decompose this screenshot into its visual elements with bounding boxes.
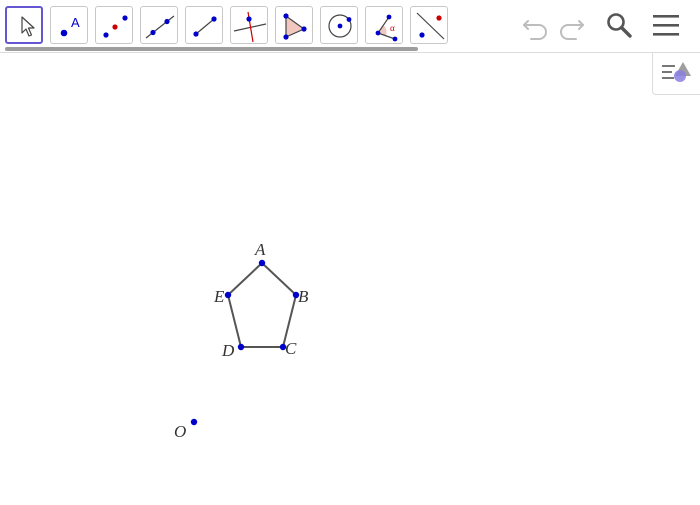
- point-label-e[interactable]: E: [213, 287, 225, 306]
- menu-button[interactable]: [650, 10, 682, 42]
- point-tool-button[interactable]: A: [50, 6, 88, 44]
- search-button[interactable]: [603, 10, 635, 42]
- segment-icon: [193, 16, 217, 37]
- point-label-c[interactable]: C: [285, 339, 297, 358]
- segment-de[interactable]: [227, 294, 242, 348]
- perpendicular-line-icon: [233, 11, 267, 43]
- angle-tool-glyph: α: [390, 23, 395, 33]
- toolbar: A α: [0, 0, 700, 53]
- circle-tool-button[interactable]: [320, 6, 358, 44]
- reflect-icon: [416, 12, 445, 40]
- two-points-icon: [103, 15, 128, 38]
- line-icon: [145, 15, 175, 39]
- toolbar-scrollbar[interactable]: [5, 47, 418, 51]
- polygon-tool-button[interactable]: [275, 6, 313, 44]
- angle-icon: α: [375, 14, 398, 42]
- point-tool-glyph: A: [71, 15, 80, 30]
- segment-ea[interactable]: [227, 262, 263, 296]
- point-o[interactable]: [190, 418, 198, 426]
- point-icon: A: [60, 15, 80, 37]
- search-icon: [607, 13, 632, 38]
- point-label-d[interactable]: D: [221, 341, 235, 360]
- segment-ab[interactable]: [261, 262, 297, 296]
- point-a[interactable]: [258, 259, 266, 267]
- point-d[interactable]: [237, 343, 245, 351]
- point-label-a[interactable]: A: [254, 240, 266, 259]
- point-e[interactable]: [224, 291, 232, 299]
- graphics-view[interactable]: A B C D E O: [0, 53, 700, 500]
- cursor-arrow-icon: [21, 16, 35, 37]
- reflect-tool-button[interactable]: [410, 6, 448, 44]
- geometry-canvas[interactable]: A B C D E O: [0, 53, 700, 500]
- undo-button[interactable]: [519, 10, 551, 42]
- undo-icon: [523, 20, 547, 40]
- two-points-tool-button[interactable]: [95, 6, 133, 44]
- point-label-o[interactable]: O: [174, 422, 186, 441]
- segment-tool-button[interactable]: [185, 6, 223, 44]
- redo-icon: [560, 20, 584, 40]
- line-tool-button[interactable]: [140, 6, 178, 44]
- move-tool-button[interactable]: [5, 6, 43, 44]
- angle-tool-button[interactable]: α: [365, 6, 403, 44]
- menu-icon: [653, 15, 679, 36]
- perpendicular-line-tool-button[interactable]: [230, 6, 268, 44]
- point-label-b[interactable]: B: [298, 287, 309, 306]
- polygon-icon: [283, 13, 307, 40]
- circle-icon: [328, 14, 352, 38]
- redo-button[interactable]: [556, 10, 588, 42]
